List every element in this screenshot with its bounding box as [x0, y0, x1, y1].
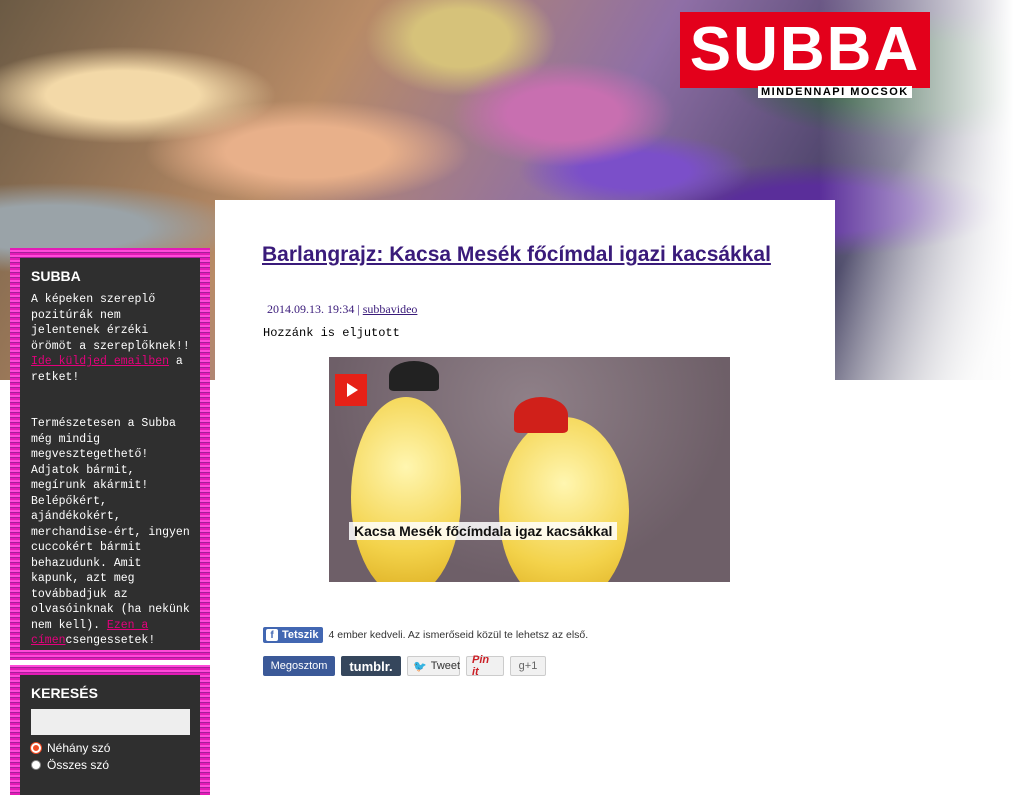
search-option-some-words[interactable]: Néhány szó: [31, 741, 190, 755]
meta-separator: |: [354, 302, 363, 316]
tweet-button[interactable]: 🐦 Tweet: [407, 656, 460, 676]
post-meta: 2014.09.13. 19:34 | subbavideo: [267, 302, 417, 317]
search-option-label: Összes szó: [47, 758, 110, 772]
about-text-4: csengessetek!: [65, 634, 156, 647]
sidebar-search-inner: KERESÉS Néhány szó Összes szó: [20, 675, 200, 795]
facebook-icon: f: [266, 629, 278, 641]
video-caption: Kacsa Mesék főcímdala igaz kacsákkal: [349, 522, 618, 540]
sidebar-about-title: SUBBA: [31, 268, 81, 284]
search-option-all-words[interactable]: Összes szó: [31, 758, 190, 772]
site-tagline: MINDENNAPI MOCSOK: [758, 86, 912, 98]
like-count-text: 4 ember kedveli. Az ismerőseid közül te …: [328, 629, 589, 641]
sidebar-about-inner: SUBBA A képeken szereplő pozitúrák nem j…: [20, 258, 200, 650]
tweet-label: Tweet: [430, 660, 461, 672]
sidebar-search-box: KERESÉS Néhány szó Összes szó: [10, 665, 210, 795]
radio-selected-icon[interactable]: [31, 743, 41, 753]
pinterest-button[interactable]: Pin it: [466, 654, 504, 678]
sidebar-about-text: A képeken szereplő pozitúrák nem jelente…: [31, 292, 190, 649]
google-plus-button[interactable]: g+1: [510, 656, 546, 676]
search-input[interactable]: [31, 709, 190, 735]
like-label: Tetszik: [282, 629, 319, 641]
main-content: Barlangrajz: Kacsa Mesék főcímdal igazi …: [215, 200, 835, 768]
twitter-bird-icon: 🐦: [413, 660, 427, 673]
radio-unselected-icon[interactable]: [31, 760, 41, 770]
facebook-like-row: f Tetszik 4 ember kedveli. Az ismerőseid …: [263, 627, 588, 643]
hat-black-icon: [389, 361, 439, 391]
email-link[interactable]: Ide küldjed emailben: [31, 355, 169, 368]
duck-right-image: [499, 417, 629, 582]
about-text-1: A képeken szereplő pozitúrák nem jelente…: [31, 293, 190, 353]
about-text-3: Természetesen a Subba még mindig megvesz…: [31, 417, 190, 632]
video-player[interactable]: Kacsa Mesék főcímdala igaz kacsákkal: [329, 357, 730, 582]
facebook-like-button[interactable]: f Tetszik: [263, 627, 324, 643]
post-date: 2014.09.13. 19:34: [267, 302, 355, 316]
duck-left-image: [351, 397, 461, 582]
post-author-link[interactable]: subbavideo: [363, 302, 418, 316]
search-title: KERESÉS: [31, 685, 98, 701]
post-intro-text: Hozzánk is eljutott: [263, 326, 400, 340]
logo-text: SUBBA: [689, 15, 921, 84]
post-title-link[interactable]: Barlangrajz: Kacsa Mesék főcímdal igazi …: [262, 240, 782, 270]
facebook-share-button[interactable]: Megosztom: [263, 656, 335, 676]
youtube-play-icon[interactable]: [335, 374, 367, 406]
tumblr-share-button[interactable]: tumblr.: [341, 656, 401, 676]
hat-red-icon: [514, 397, 568, 433]
share-buttons: Megosztom tumblr. 🐦 Tweet Pin it g+1: [263, 654, 546, 678]
sidebar-about-box: SUBBA A képeken szereplő pozitúrák nem j…: [10, 248, 210, 660]
site-logo[interactable]: SUBBA: [680, 12, 930, 88]
search-option-label: Néhány szó: [47, 741, 111, 755]
